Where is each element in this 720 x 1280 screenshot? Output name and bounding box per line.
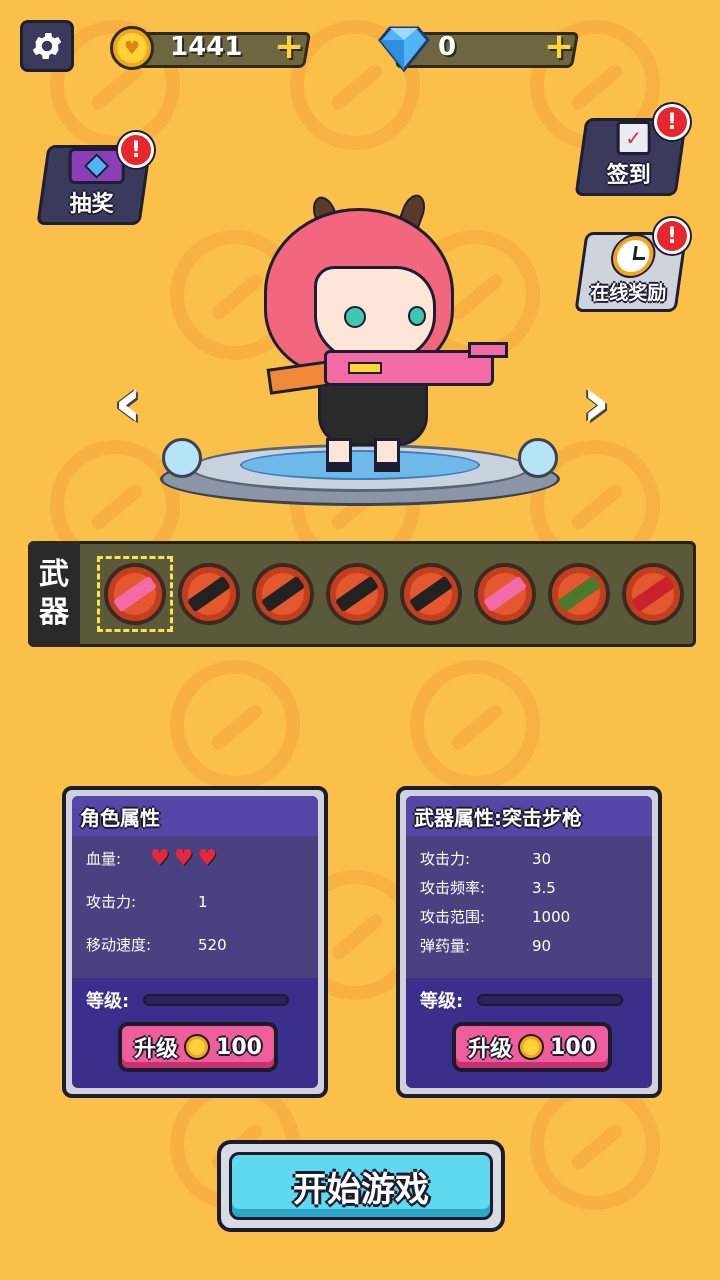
weapon-rate-row: 攻击频率: 3.5 [420,878,556,898]
lottery-label: 抽奖 [69,192,114,217]
weapon-bar-label: 武 器 [28,541,80,647]
water-gun-icon [482,575,528,613]
weapon-upgrade-button[interactable]: 升级 100 [452,1022,612,1072]
coin-icon [518,1034,545,1060]
smg-icon [260,575,306,613]
weapon-slot-sniper-rifle[interactable] [548,563,610,625]
weapon-attack-row: 攻击力: 30 [420,849,552,869]
hp-row: 血量: ♥ ♥ ♥ [86,844,304,873]
weapon-level-bar [477,994,624,1006]
checkin-alert-badge: ! [654,104,690,140]
hp-hearts: ♥ ♥ ♥ [150,846,221,871]
clipboard-icon: ✓ [616,121,651,155]
settings-button[interactable] [20,20,74,72]
add-gems-button[interactable]: + [544,29,574,65]
character-avatar [258,176,508,476]
weapon-slot-water-gun[interactable] [474,563,536,625]
weapon-ammo-row: 弹药量: 90 [420,936,552,956]
revolver-icon [186,575,232,613]
heart-icon: ♥ [173,846,194,871]
coin-count: 1441 [170,32,243,62]
start-game-label: 开始游戏 [293,1169,429,1210]
character-stats-panel: 角色属性 血量: ♥ ♥ ♥ 攻击力: 1 移动速度: 520 等级: 升级 100 [62,786,328,1098]
shotgun-icon [334,575,380,613]
move-speed-row: 移动速度: 520 [86,935,227,955]
previous-character-arrow[interactable]: ‹ [106,367,150,437]
weapon-slot-assault-rifle[interactable] [400,563,462,625]
lottery-alert-badge: ! [118,132,154,168]
character-stats-title: 角色属性 [72,796,318,836]
online-reward-alert-badge: ! [654,218,690,254]
weapon-level-row: 等级: [406,978,652,1022]
character-upgrade-button[interactable]: 升级 100 [118,1022,278,1072]
coin-icon: ♥ [110,26,154,70]
checkin-label: 签到 [606,163,651,188]
sniper-rifle-icon [556,575,602,613]
character-level-row: 等级: [72,978,318,1022]
attack-row: 攻击力: 1 [86,892,208,912]
character-level-bar [143,994,290,1006]
weapon-range-row: 攻击范围: 1000 [420,907,571,927]
weapon-stats-panel: 武器属性:突击步枪 攻击力: 30 攻击频率: 3.5 攻击范围: 1000 弹… [396,786,662,1098]
diamond-icon [378,26,430,72]
red-cannon-icon [630,575,676,613]
selected-weapon-frame [97,556,173,632]
weapon-slot-shotgun[interactable] [326,563,388,625]
heart-icon: ♥ [150,846,170,871]
next-character-arrow[interactable]: › [574,367,618,437]
weapon-stats-title: 武器属性:突击步枪 [406,796,652,836]
prize-machine-icon [68,148,125,184]
coin-icon [184,1034,211,1060]
start-game-button[interactable]: 开始游戏 [217,1140,505,1232]
weapon-slot-revolver[interactable] [178,563,240,625]
assault-rifle-icon [408,575,454,613]
pink-gun-icon [266,342,508,398]
add-coins-button[interactable]: + [274,29,304,65]
clock-icon [610,236,657,276]
gem-count: 0 [438,32,457,62]
heart-icon: ♥ [197,846,218,871]
weapon-slot-smg[interactable] [252,563,314,625]
weapon-slot-red-cannon[interactable] [622,563,684,625]
online-reward-label: 在线奖励 [590,282,667,304]
gear-icon [32,32,62,60]
